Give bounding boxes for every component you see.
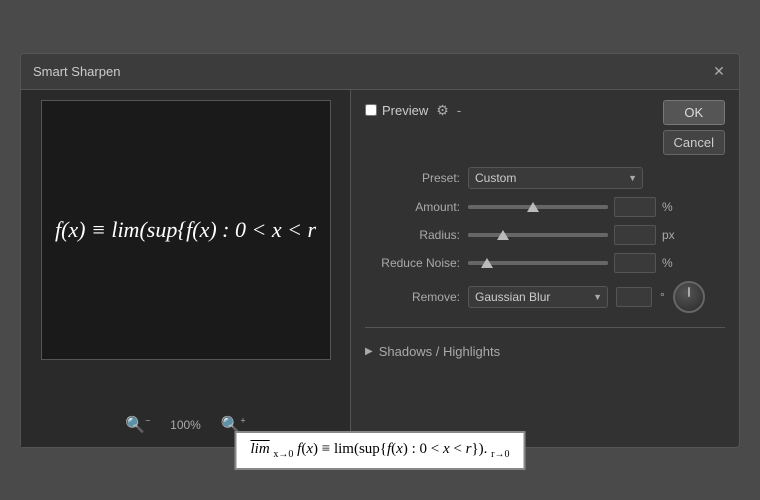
shadows-label: Shadows / Highlights: [379, 344, 500, 359]
controls-panel: Preview ⚙ - OK Cancel Preset: Custom: [351, 90, 739, 447]
angle-input[interactable]: 0: [616, 287, 652, 307]
radius-slider-container: 14.5 px: [468, 225, 725, 245]
amount-unit: %: [662, 200, 676, 214]
remove-row: Remove: Gaussian Blur Lens Blur Motion B…: [365, 281, 725, 313]
amount-row: Amount: 231 %: [365, 197, 725, 217]
preset-select[interactable]: Custom: [468, 167, 643, 189]
smart-sharpen-dialog: Smart Sharpen ✕ f(x) ≡ lim(sup{f(x) : 0 …: [20, 53, 740, 448]
preview-label: Preview: [382, 103, 428, 118]
noise-input[interactable]: 10: [614, 253, 656, 273]
zoom-controls: 🔍− 100% 🔍+: [120, 413, 250, 437]
amount-slider[interactable]: [468, 205, 608, 209]
formula-preview: f(x) ≡ lim(sup{f(x) : 0 < x < r: [50, 212, 321, 248]
bottom-formula-text: lim x→0 f(x) ≡ lim(sup{f(x) : 0 < x < r}…: [250, 441, 509, 460]
preview-image[interactable]: f(x) ≡ lim(sup{f(x) : 0 < x < r: [41, 100, 331, 360]
zoom-level: 100%: [166, 418, 206, 432]
title-bar: Smart Sharpen ✕: [21, 54, 739, 90]
ok-button[interactable]: OK: [663, 100, 725, 125]
amount-label: Amount:: [365, 200, 460, 214]
preset-row: Preset: Custom: [365, 167, 725, 189]
gear-button[interactable]: ⚙: [434, 100, 451, 121]
noise-slider-container: 10 %: [468, 253, 725, 273]
noise-label: Reduce Noise:: [365, 256, 460, 270]
preview-checkbox[interactable]: [365, 104, 377, 116]
sub1: x→0: [273, 449, 293, 460]
action-buttons: OK Cancel: [663, 100, 725, 155]
noise-row: Reduce Noise: 10 %: [365, 253, 725, 273]
preset-select-wrapper: Custom: [468, 167, 643, 189]
controls-top-section: Preview ⚙ - OK Cancel: [365, 100, 725, 155]
shadows-highlights-row[interactable]: ▶ Shadows / Highlights: [365, 344, 725, 359]
radius-unit: px: [662, 228, 676, 242]
preview-panel: f(x) ≡ lim(sup{f(x) : 0 < x < r 🔍− 100% …: [21, 90, 351, 447]
amount-slider-container: 231 %: [468, 197, 725, 217]
dialog-title: Smart Sharpen: [33, 64, 120, 79]
radius-slider[interactable]: [468, 233, 608, 237]
cancel-button[interactable]: Cancel: [663, 130, 725, 155]
divider: [365, 327, 725, 328]
degree-label: °: [660, 290, 665, 304]
dash-separator: -: [457, 103, 461, 118]
preview-checkbox-row: Preview: [365, 103, 428, 118]
dialog-body: f(x) ≡ lim(sup{f(x) : 0 < x < r 🔍− 100% …: [21, 90, 739, 447]
remove-label: Remove:: [365, 290, 460, 304]
close-button[interactable]: ✕: [711, 63, 727, 79]
noise-unit: %: [662, 256, 676, 270]
sub2: r→0: [491, 449, 509, 460]
radius-label: Radius:: [365, 228, 460, 242]
angle-dial[interactable]: [673, 281, 705, 313]
bottom-formula-image: lim x→0 f(x) ≡ lim(sup{f(x) : 0 < x < r}…: [234, 431, 525, 470]
remove-select[interactable]: Gaussian Blur Lens Blur Motion Blur: [468, 286, 608, 308]
amount-input[interactable]: 231: [614, 197, 656, 217]
radius-input[interactable]: 14.5: [614, 225, 656, 245]
noise-slider[interactable]: [468, 261, 608, 265]
remove-select-wrapper: Gaussian Blur Lens Blur Motion Blur: [468, 286, 608, 308]
preset-label: Preset:: [365, 171, 460, 185]
chevron-right-icon: ▶: [365, 346, 373, 357]
radius-row: Radius: 14.5 px: [365, 225, 725, 245]
zoom-out-button[interactable]: 🔍−: [120, 413, 155, 437]
